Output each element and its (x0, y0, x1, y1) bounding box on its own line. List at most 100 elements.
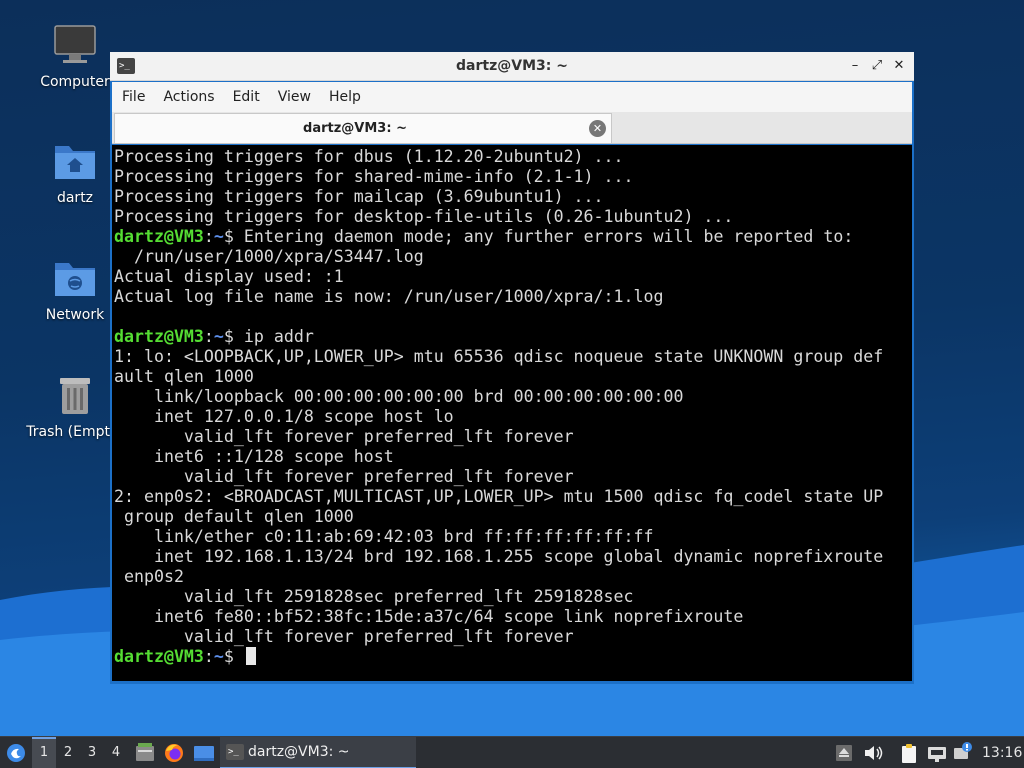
workspace-2[interactable]: 2 (56, 737, 80, 768)
terminal-line: group default qlen 1000 (114, 507, 912, 527)
prompt-user: dartz@VM3 (114, 327, 204, 346)
desktop-launcher[interactable] (192, 737, 216, 768)
monitor-icon (51, 22, 99, 70)
terminal-line: link/ether c0:11:ab:69:42:03 brd ff:ff:f… (114, 527, 912, 547)
terminal-line-text: inet 192.168.1.13/24 brd 192.168.1.255 s… (114, 547, 884, 566)
menu-file[interactable]: File (112, 82, 153, 112)
firefox-launcher[interactable] (162, 737, 186, 768)
prompt-user: dartz@VM3 (114, 227, 204, 246)
terminal-line: inet6 fe80::bf52:38fc:15de:a37c/64 scope… (114, 607, 912, 627)
terminal-line: Processing triggers for desktop-file-uti… (114, 207, 912, 227)
workspace-1[interactable]: 1 (32, 737, 56, 768)
terminal-line-text: link/ether c0:11:ab:69:42:03 brd ff:ff:f… (114, 527, 654, 546)
terminal-line-text: valid_lft forever preferred_lft forever (114, 467, 574, 486)
tray-volume[interactable] (862, 737, 884, 768)
terminal-line: inet 127.0.0.1/8 scope host lo (114, 407, 912, 427)
eject-icon (836, 745, 852, 761)
terminal-line: inet6 ::1/128 scope host (114, 447, 912, 467)
menu-actions[interactable]: Actions (153, 82, 222, 112)
tab-label: dartz@VM3: ~ (303, 121, 407, 136)
menu-bar: File Actions Edit View Help (112, 82, 912, 112)
app-menu-button[interactable] (4, 737, 30, 768)
network-folder-icon (51, 255, 99, 303)
terminal-line-text: ault qlen 1000 (114, 367, 254, 386)
minimize-button[interactable]: – (846, 57, 864, 75)
terminal-line-text: valid_lft forever preferred_lft forever (114, 627, 574, 646)
terminal-line: link/loopback 00:00:00:00:00:00 brd 00:0… (114, 387, 912, 407)
home-folder-icon (51, 138, 99, 186)
tray-eject[interactable] (834, 737, 854, 768)
prompt-colon: : (203, 647, 214, 666)
terminal-line-text: group default qlen 1000 (114, 507, 354, 526)
terminal-line-text: inet6 ::1/128 scope host (114, 447, 394, 466)
workspace-4[interactable]: 4 (104, 737, 128, 768)
terminal-line-text: Actual display used: :1 (114, 267, 344, 286)
update-notifier-icon (954, 742, 972, 759)
taskbar-window-button[interactable]: >_ dartz@VM3: ~ (220, 737, 416, 768)
network-icon (928, 747, 946, 762)
terminal-line: inet 192.168.1.13/24 brd 192.168.1.255 s… (114, 547, 912, 567)
terminal-line-text: Entering daemon mode; any further errors… (233, 227, 854, 246)
terminal-line-text: 2: enp0s2: <BROADCAST,MULTICAST,UP,LOWER… (114, 487, 884, 506)
prompt-colon: : (203, 327, 214, 346)
terminal-line: 2: enp0s2: <BROADCAST,MULTICAST,UP,LOWER… (114, 487, 912, 507)
terminal-line-text: Processing triggers for mailcap (3.69ubu… (114, 187, 604, 206)
tray-updates[interactable] (952, 737, 974, 768)
terminal-line-text: Processing triggers for dbus (1.12.20-2u… (114, 147, 624, 166)
terminal-line-text: Processing triggers for desktop-file-uti… (114, 207, 734, 226)
menu-edit[interactable]: Edit (223, 82, 268, 112)
terminal-line-text: ip addr (233, 327, 314, 346)
window-titlebar[interactable]: >_ dartz@VM3: ~ – ⤢ ✕ (110, 52, 914, 81)
terminal-line: ault qlen 1000 (114, 367, 912, 387)
terminal-line: valid_lft forever preferred_lft forever (114, 427, 912, 447)
taskbar: 1 2 3 4 >_ dartz@VM3: ~ 13:16 (0, 736, 1024, 768)
trash-icon (51, 372, 99, 420)
terminal-line: Processing triggers for mailcap (3.69ubu… (114, 187, 912, 207)
terminal-line-text: inet 127.0.0.1/8 scope host lo (114, 407, 454, 426)
show-desktop-icon (194, 746, 214, 761)
workspace-3[interactable]: 3 (80, 737, 104, 768)
terminal-line: /run/user/1000/xpra/S3447.log (114, 247, 912, 267)
clock[interactable]: 13:16 (982, 737, 1022, 768)
terminal-line-text: link/loopback 00:00:00:00:00:00 brd 00:0… (114, 387, 684, 406)
tab-bar: dartz@VM3: ~ ✕ (112, 112, 912, 144)
terminal-line: valid_lft forever preferred_lft forever (114, 467, 912, 487)
terminal-line-text: Processing triggers for shared-mime-info… (114, 167, 634, 186)
terminal-line: 1: lo: <LOOPBACK,UP,LOWER_UP> mtu 65536 … (114, 347, 912, 367)
terminal-output[interactable]: Processing triggers for dbus (1.12.20-2u… (112, 145, 912, 681)
prompt-path: ~ (213, 647, 224, 666)
tray-network[interactable] (926, 737, 948, 768)
terminal-cursor (245, 647, 256, 665)
prompt-path: ~ (213, 327, 224, 346)
close-button[interactable]: ✕ (890, 57, 908, 75)
prompt-dollar: $ (223, 327, 234, 346)
terminal-line-text: enp0s2 (114, 567, 184, 586)
firefox-icon (165, 744, 183, 762)
terminal-line-text: inet6 fe80::bf52:38fc:15de:a37c/64 scope… (114, 607, 744, 626)
tab-close-icon[interactable]: ✕ (589, 120, 606, 137)
terminal-line-text: valid_lft 2591828sec preferred_lft 25918… (114, 587, 634, 606)
start-menu-icon (7, 744, 25, 762)
taskbar-window-label: dartz@VM3: ~ (248, 744, 350, 760)
prompt-user: dartz@VM3 (114, 647, 204, 666)
terminal-line: Processing triggers for shared-mime-info… (114, 167, 912, 187)
prompt-dollar: $ (223, 647, 234, 666)
menu-view[interactable]: View (268, 82, 319, 112)
volume-icon (865, 746, 883, 760)
prompt-dollar: $ (223, 227, 234, 246)
terminal-line: Actual log file name is now: /run/user/1… (114, 287, 912, 307)
window-title: dartz@VM3: ~ (456, 58, 568, 74)
file-manager-icon (136, 743, 154, 761)
terminal-line-text: valid_lft forever preferred_lft forever (114, 427, 574, 446)
terminal-line-text: Actual log file name is now: /run/user/1… (114, 287, 664, 306)
clipboard-icon (902, 744, 916, 763)
file-manager-launcher[interactable] (134, 737, 156, 768)
terminal-window: >_ dartz@VM3: ~ – ⤢ ✕ File Actions Edit Vie… (110, 52, 914, 684)
terminal-task-icon: >_ (226, 744, 244, 760)
terminal-line: dartz@VM3:~$ Entering daemon mode; any f… (114, 227, 912, 247)
menu-help[interactable]: Help (319, 82, 369, 112)
terminal-tab[interactable]: dartz@VM3: ~ ✕ (114, 113, 612, 143)
maximize-button[interactable]: ⤢ (868, 57, 886, 75)
tray-clipboard[interactable] (898, 737, 920, 768)
